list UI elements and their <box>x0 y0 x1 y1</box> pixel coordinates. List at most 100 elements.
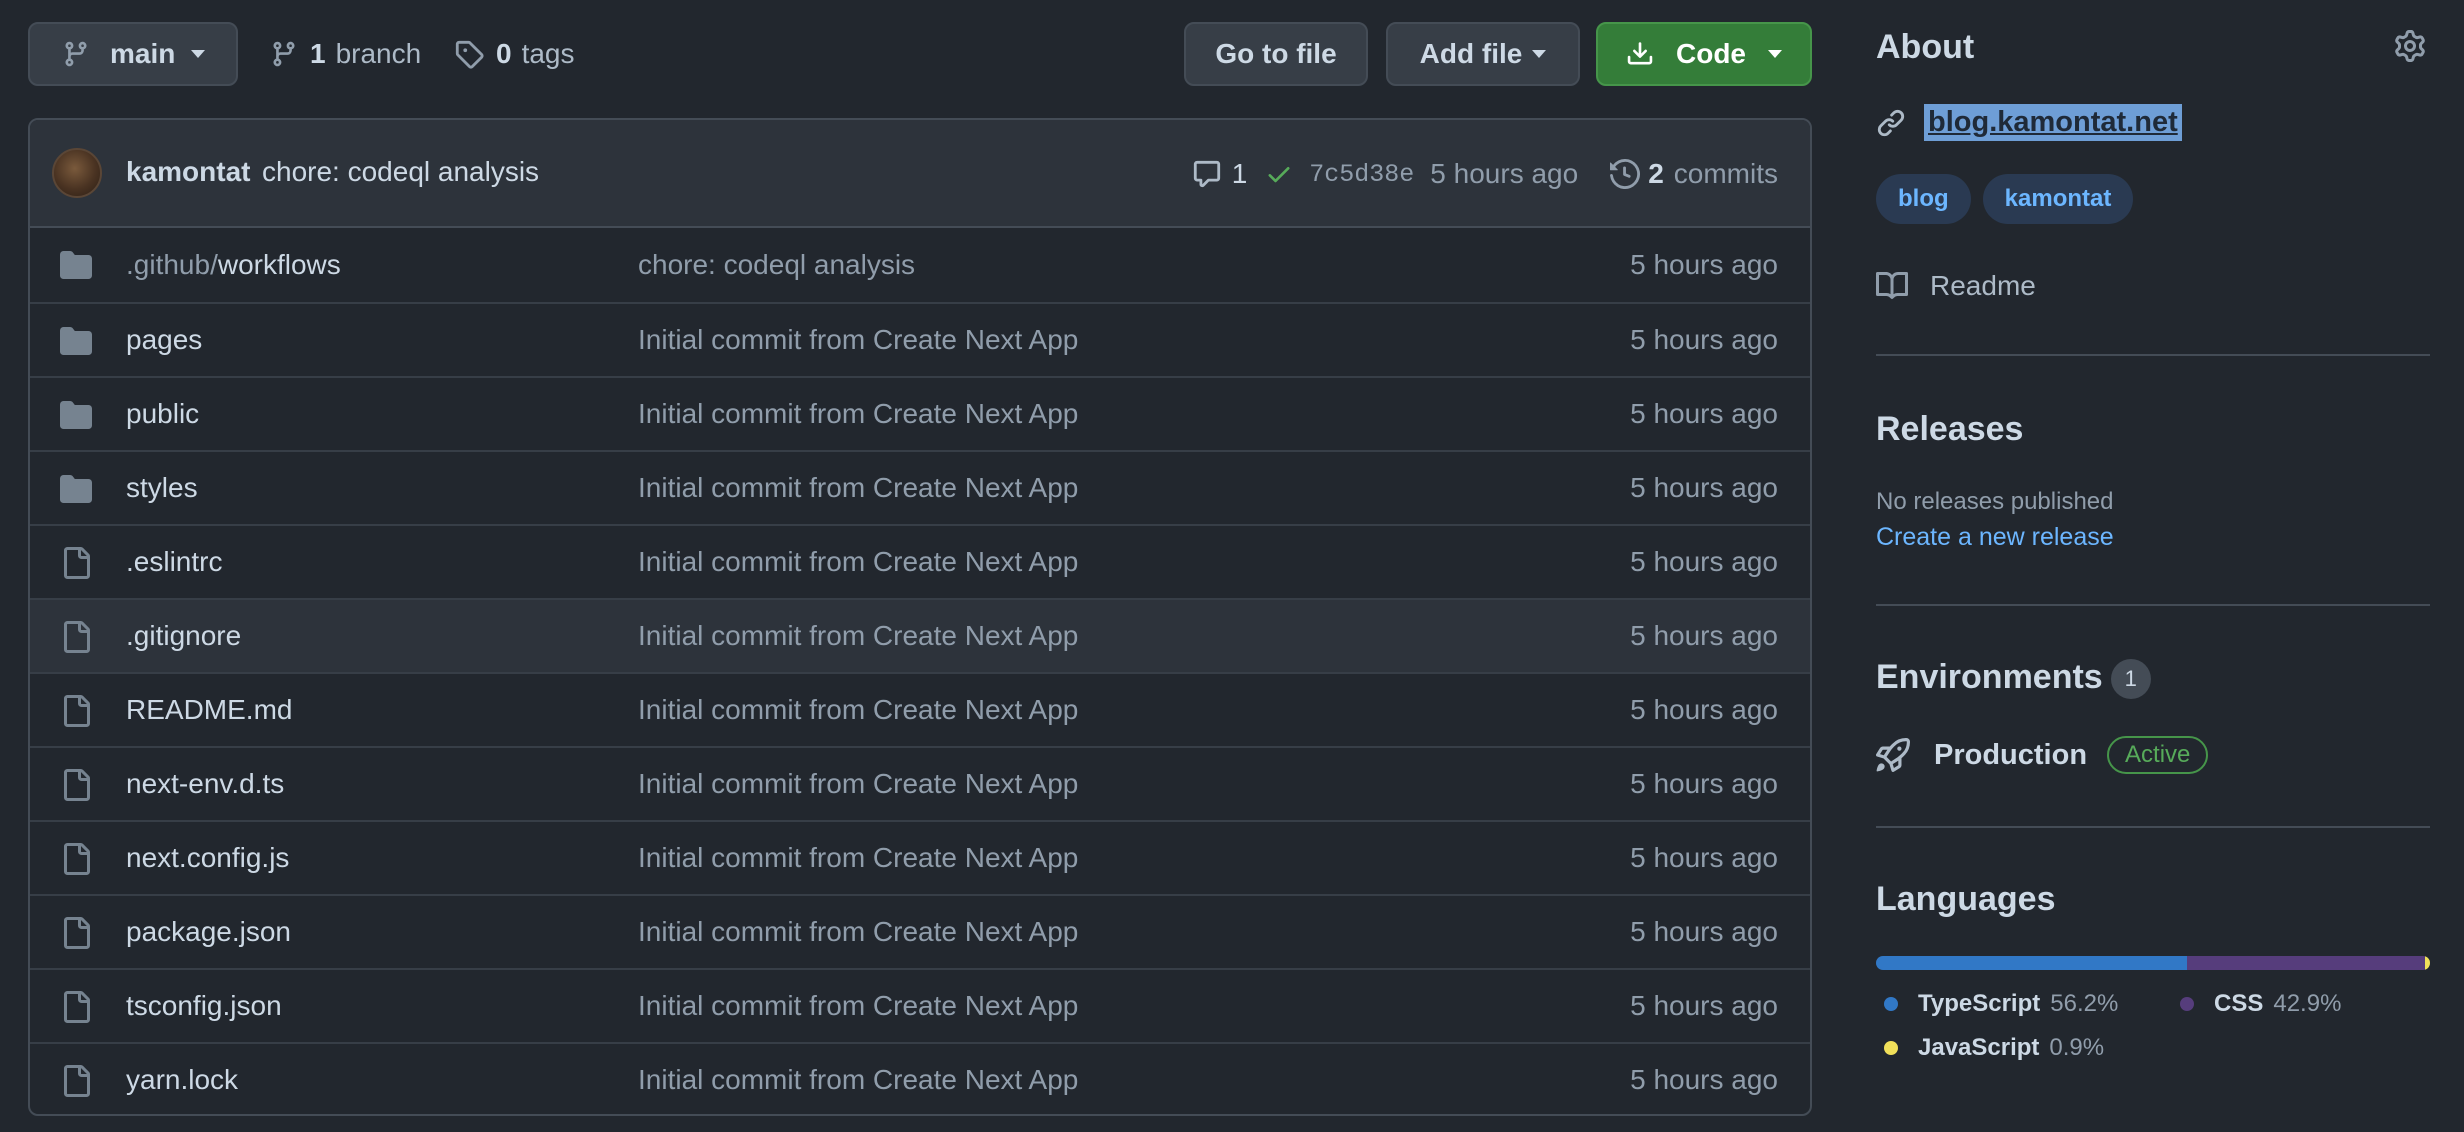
commit-message-link[interactable]: chore: codeql analysis <box>262 156 539 188</box>
environments-heading[interactable]: Environments 1 <box>1876 658 2151 700</box>
file-name-link[interactable]: pages <box>126 324 202 356</box>
file-name-link[interactable]: next.config.js <box>126 842 289 874</box>
file-commit-message[interactable]: Initial commit from Create Next App <box>638 694 1078 726</box>
language-color-dot <box>2180 997 2194 1011</box>
code-button[interactable]: Code <box>1596 22 1812 86</box>
file-commit-time: 5 hours ago <box>1630 324 1778 355</box>
no-releases-text: No releases published <box>1876 488 2114 515</box>
file-name-link[interactable]: .eslintrc <box>126 546 222 578</box>
create-release-link[interactable]: Create a new release <box>1876 523 2114 552</box>
topic-tag[interactable]: blog <box>1876 174 1971 224</box>
table-row[interactable]: package.json Initial commit from Create … <box>30 894 1810 968</box>
table-row[interactable]: styles Initial commit from Create Next A… <box>30 450 1810 524</box>
table-row[interactable]: yarn.lock Initial commit from Create Nex… <box>30 1042 1810 1114</box>
chevron-down-icon <box>191 50 206 58</box>
avatar[interactable] <box>52 148 102 198</box>
file-icon <box>64 917 90 949</box>
language-name: TypeScript <box>1918 990 2041 1017</box>
code-label: Code <box>1676 38 1746 69</box>
topic-tag[interactable]: kamontat <box>1982 174 2134 224</box>
file-commit-time: 5 hours ago <box>1630 398 1778 429</box>
commit-time: 5 hours ago <box>1430 158 1579 189</box>
file-name-link[interactable]: styles <box>126 472 198 504</box>
file-name-link[interactable]: next-env.d.ts <box>126 768 284 800</box>
language-bar-segment-css <box>2187 956 2425 970</box>
tag-word: tags <box>521 38 575 69</box>
git-branch-icon <box>65 41 87 67</box>
file-commit-message[interactable]: Initial commit from Create Next App <box>638 546 1078 578</box>
file-commit-time: 5 hours ago <box>1630 472 1778 503</box>
go-to-file-button[interactable]: Go to file <box>1184 22 1368 86</box>
file-commit-time: 5 hours ago <box>1630 694 1778 725</box>
branch-select-button[interactable]: main <box>28 22 238 86</box>
file-name-link[interactable]: tsconfig.json <box>126 990 282 1022</box>
file-icon <box>64 843 90 875</box>
file-commit-message[interactable]: Initial commit from Create Next App <box>638 842 1078 874</box>
comment-count[interactable]: 1 <box>1232 158 1248 190</box>
language-name: CSS <box>2214 990 2264 1017</box>
table-row[interactable]: .github/workflows chore: codeql analysis… <box>30 228 1810 302</box>
file-icon <box>64 621 90 653</box>
table-row[interactable]: .gitignore Initial commit from Create Ne… <box>30 598 1810 672</box>
language-item-css[interactable]: CSS 42.9% <box>2180 990 2341 1018</box>
status-badge: Active <box>2107 736 2209 774</box>
folder-icon <box>60 475 92 503</box>
website-link[interactable]: blog.kamontat.net <box>1924 104 2182 141</box>
file-icon <box>64 769 90 801</box>
file-list: .github/workflows chore: codeql analysis… <box>30 228 1810 1114</box>
file-name-link[interactable]: yarn.lock <box>126 1064 238 1096</box>
language-color-dot <box>1884 1041 1898 1055</box>
table-row[interactable]: next-env.d.ts Initial commit from Create… <box>30 746 1810 820</box>
table-row[interactable]: README.md Initial commit from Create Nex… <box>30 672 1810 746</box>
tags-link[interactable]: 0 tags <box>454 22 575 86</box>
file-icon <box>64 547 90 579</box>
file-commit-message[interactable]: Initial commit from Create Next App <box>638 324 1078 356</box>
file-name-link[interactable]: .github/workflows <box>126 249 341 281</box>
commit-sha-link[interactable]: 7c5d38e <box>1309 160 1414 189</box>
latest-commit-bar: kamontat chore: codeql analysis 1 7c5d38… <box>30 120 1810 228</box>
comment-icon[interactable] <box>1192 159 1222 189</box>
add-file-button[interactable]: Add file <box>1386 22 1580 86</box>
table-row[interactable]: .eslintrc Initial commit from Create Nex… <box>30 524 1810 598</box>
check-icon[interactable] <box>1265 160 1293 188</box>
commit-history-link[interactable]: 2 commits <box>1610 158 1778 190</box>
branch-name: main <box>110 38 176 69</box>
file-commit-message[interactable]: Initial commit from Create Next App <box>638 398 1078 430</box>
file-commit-message[interactable]: Initial commit from Create Next App <box>638 990 1078 1022</box>
table-row[interactable]: pages Initial commit from Create Next Ap… <box>30 302 1810 376</box>
file-table: kamontat chore: codeql analysis 1 7c5d38… <box>28 118 1812 1116</box>
commit-author-link[interactable]: kamontat <box>126 156 250 188</box>
file-commit-message[interactable]: Initial commit from Create Next App <box>638 472 1078 504</box>
folder-icon <box>60 251 92 279</box>
file-name-link[interactable]: README.md <box>126 694 292 726</box>
branch-count: 1 <box>310 38 326 69</box>
file-commit-message[interactable]: Initial commit from Create Next App <box>638 916 1078 948</box>
commits-word: commits <box>1673 158 1778 189</box>
environment-item[interactable]: Production Active <box>1876 736 2209 774</box>
language-item-javascript[interactable]: JavaScript 0.9% <box>1884 1034 2104 1062</box>
git-branch-icon <box>273 41 295 67</box>
gear-icon[interactable] <box>2394 30 2426 62</box>
file-name-link[interactable]: .gitignore <box>126 620 241 652</box>
table-row[interactable]: tsconfig.json Initial commit from Create… <box>30 968 1810 1042</box>
branches-link[interactable]: 1 branch <box>270 22 421 86</box>
file-commit-message[interactable]: Initial commit from Create Next App <box>638 1064 1078 1096</box>
readme-link[interactable]: Readme <box>1876 270 2036 302</box>
environments-count: 1 <box>2110 659 2151 700</box>
language-percent: 56.2% <box>2050 990 2119 1017</box>
releases-heading[interactable]: Releases <box>1876 410 2023 449</box>
file-commit-time: 5 hours ago <box>1630 768 1778 799</box>
language-item-typescript[interactable]: TypeScript 56.2% <box>1884 990 2118 1018</box>
file-commit-message[interactable]: Initial commit from Create Next App <box>638 620 1078 652</box>
file-commit-time: 5 hours ago <box>1630 620 1778 651</box>
file-name-link[interactable]: public <box>126 398 199 430</box>
file-commit-message[interactable]: Initial commit from Create Next App <box>638 768 1078 800</box>
file-commit-message[interactable]: chore: codeql analysis <box>638 249 915 281</box>
readme-label: Readme <box>1930 270 2036 301</box>
file-name-link[interactable]: package.json <box>126 916 291 948</box>
file-name: workflows <box>217 249 341 280</box>
environments-title: Environments <box>1876 658 2103 696</box>
sidebar-divider <box>1876 604 2430 606</box>
table-row[interactable]: public Initial commit from Create Next A… <box>30 376 1810 450</box>
table-row[interactable]: next.config.js Initial commit from Creat… <box>30 820 1810 894</box>
